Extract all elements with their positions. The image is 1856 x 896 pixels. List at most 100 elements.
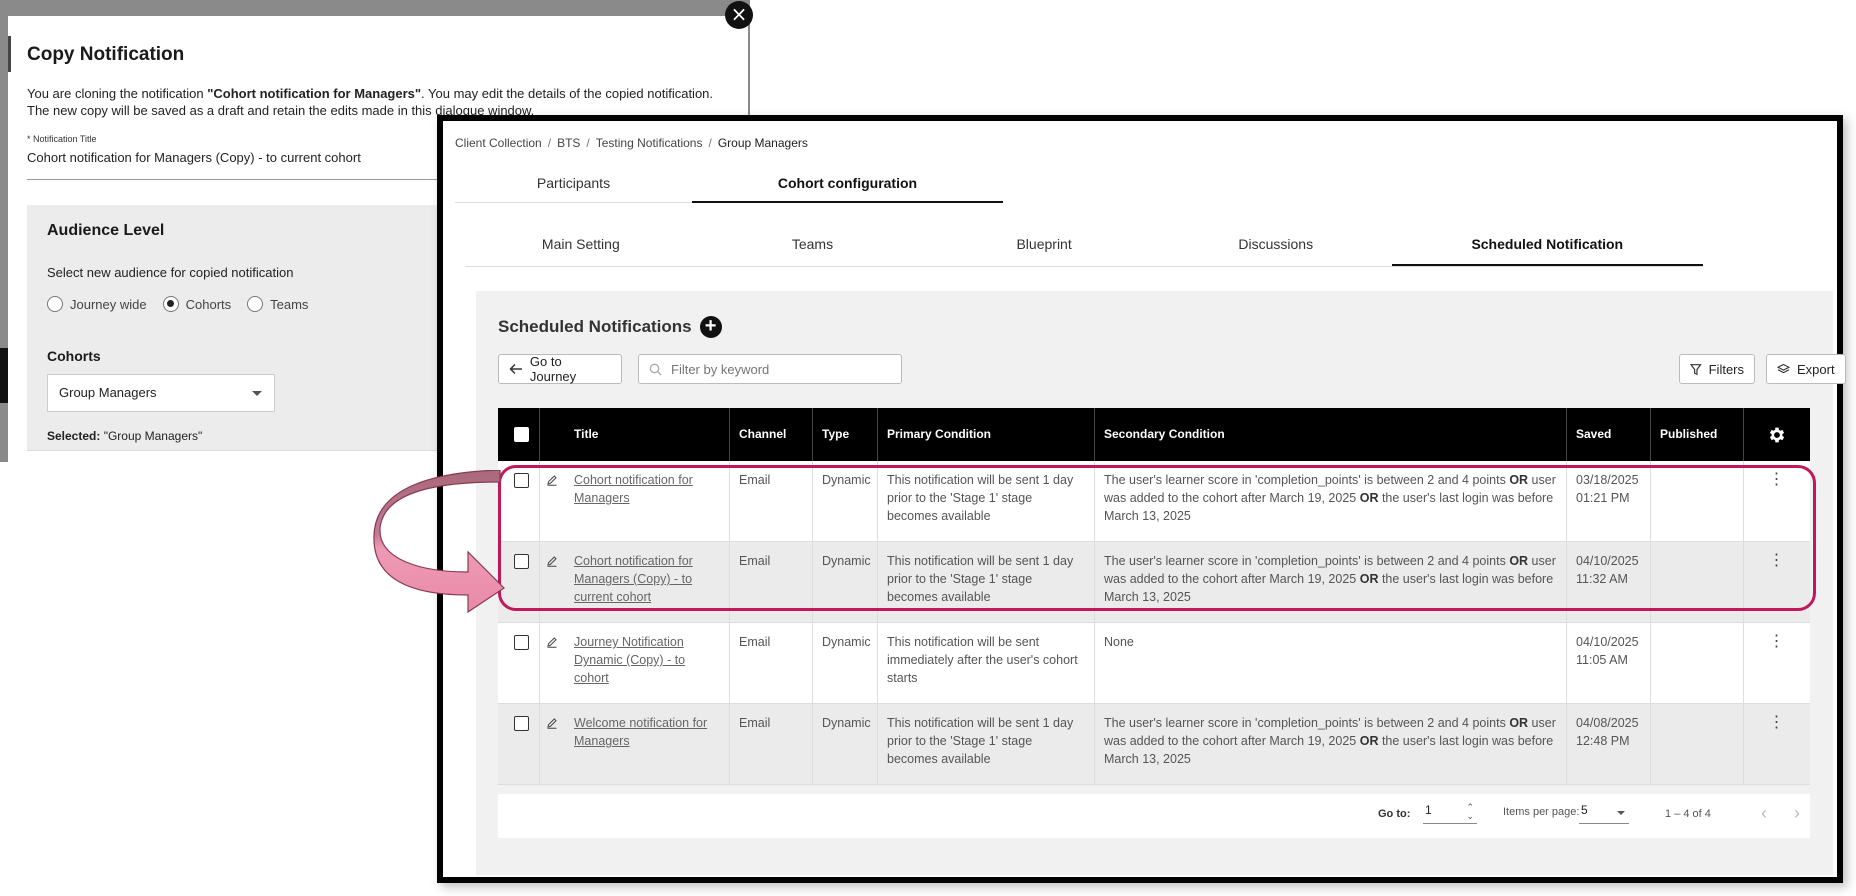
radio-label: Journey wide xyxy=(70,296,147,312)
go-to-page-input[interactable]: 1 ⌃ ⌄ xyxy=(1423,803,1477,824)
row-checkbox[interactable] xyxy=(514,635,529,651)
pencil-icon[interactable] xyxy=(546,474,558,486)
column-header-published[interactable]: Published xyxy=(1651,408,1744,461)
pencil-icon[interactable] xyxy=(546,717,558,729)
spinner-icon[interactable]: ⌃ ⌄ xyxy=(1466,803,1474,821)
column-header-type[interactable]: Type xyxy=(813,408,878,461)
intro-prefix: You are cloning the notification xyxy=(27,86,208,101)
go-to-value: 1 xyxy=(1425,803,1432,817)
tab-teams[interactable]: Teams xyxy=(697,224,929,266)
column-header-title[interactable]: Title xyxy=(540,408,730,461)
table-row[interactable]: Journey Notification Dynamic (Copy) - to… xyxy=(498,623,1810,704)
tab-discussions[interactable]: Discussions xyxy=(1160,224,1392,266)
intro-notification-name: "Cohort notification for Managers" xyxy=(207,86,422,101)
radio-circle[interactable] xyxy=(47,296,63,312)
gear-icon[interactable] xyxy=(1767,425,1787,445)
secondary-text: The user's learner score in 'completion_… xyxy=(1104,716,1510,730)
row-checkbox[interactable] xyxy=(514,473,529,489)
cohorts-label: Cohorts xyxy=(47,348,101,364)
go-to-journey-button[interactable]: Go to Journey xyxy=(498,354,622,384)
saved-date: 04/08/2025 xyxy=(1576,716,1639,730)
kebab-menu-icon[interactable]: ⋮ xyxy=(1769,471,1785,488)
chevron-right-icon[interactable]: › xyxy=(1794,803,1800,824)
row-checkbox[interactable] xyxy=(514,716,529,732)
breadcrumb-item[interactable]: Client Collection xyxy=(455,136,542,150)
breadcrumb-item[interactable]: BTS xyxy=(557,136,580,150)
chevron-left-icon[interactable]: ‹ xyxy=(1761,803,1767,824)
table-row[interactable]: Cohort notification for Managers Email D… xyxy=(498,461,1810,542)
tab-scheduled-notification[interactable]: Scheduled Notification xyxy=(1391,224,1704,266)
row-primary-condition: This notification will be sent 1 day pri… xyxy=(878,461,1095,541)
notification-title-link[interactable]: Journey Notification Dynamic (Copy) - to… xyxy=(574,635,685,685)
selected-cohort-text: Selected: "Group Managers" xyxy=(47,429,202,443)
row-edit-cell xyxy=(540,461,565,541)
row-saved: 04/10/2025 11:32 AM xyxy=(1567,542,1651,622)
table-row[interactable]: Welcome notification for Managers Email … xyxy=(498,704,1810,785)
close-icon[interactable]: × xyxy=(725,1,753,29)
go-to-journey-label: Go to Journey xyxy=(529,354,577,384)
saved-time: 11:32 AM xyxy=(1576,572,1628,586)
tab-participants[interactable]: Participants xyxy=(455,161,692,203)
search-field[interactable] xyxy=(638,354,902,384)
secondary-or: OR xyxy=(1509,554,1529,568)
table-row[interactable]: Cohort notification for Managers (Copy) … xyxy=(498,542,1810,623)
radio-circle-selected[interactable] xyxy=(162,296,179,312)
row-checkbox[interactable] xyxy=(514,554,529,570)
search-input[interactable] xyxy=(669,360,883,378)
saved-date: 04/10/2025 xyxy=(1576,554,1639,568)
items-per-page-select[interactable]: 5 xyxy=(1579,803,1629,824)
notification-title-link[interactable]: Cohort notification for Managers (Copy) … xyxy=(574,554,693,604)
content-panel: Scheduled Notifications + Go to Journey … xyxy=(476,291,1846,875)
notification-title-link[interactable]: Cohort notification for Managers xyxy=(574,473,693,505)
plus-icon[interactable]: + xyxy=(699,316,722,338)
tab-main-setting[interactable]: Main Setting xyxy=(465,224,697,266)
tab-cohort-configuration[interactable]: Cohort configuration xyxy=(692,161,1003,203)
select-all-checkbox[interactable] xyxy=(514,427,529,443)
tab-blueprint[interactable]: Blueprint xyxy=(928,224,1160,266)
notification-title-link[interactable]: Welcome notification for Managers xyxy=(574,716,707,748)
section-title: Scheduled Notifications + xyxy=(498,316,722,338)
column-header-channel[interactable]: Channel xyxy=(730,408,813,461)
input-underline xyxy=(27,179,457,180)
select-audience-label: Select new audience for copied notificat… xyxy=(47,265,294,280)
column-header-secondary-condition[interactable]: Secondary Condition xyxy=(1095,408,1567,461)
radio-cohorts[interactable]: Cohorts xyxy=(162,296,232,312)
sub-tabs: Main Setting Teams Blueprint Discussions… xyxy=(465,224,1704,267)
breadcrumb-item[interactable]: Testing Notifications xyxy=(596,136,703,150)
notifications-table: Title Channel Type Primary Condition Sec… xyxy=(498,408,1810,785)
radio-journey-wide[interactable]: Journey wide xyxy=(47,296,147,312)
breadcrumb-current: Group Managers xyxy=(717,136,808,150)
row-actions-cell: ⋮ xyxy=(1744,704,1810,784)
radio-label: Cohorts xyxy=(185,296,232,312)
radio-teams[interactable]: Teams xyxy=(247,296,308,312)
section-title-text: Scheduled Notifications xyxy=(498,317,692,336)
column-header-saved[interactable]: Saved xyxy=(1567,408,1651,461)
audience-radio-group: Journey wide Cohorts Teams xyxy=(47,296,308,312)
row-actions-cell: ⋮ xyxy=(1744,461,1810,541)
row-checkbox-cell xyxy=(498,704,540,784)
row-type: Dynamic xyxy=(813,704,878,784)
row-secondary-condition: The user's learner score in 'completion_… xyxy=(1095,704,1567,784)
saved-time: 11:05 AM xyxy=(1576,653,1628,667)
row-saved: 03/18/2025 01:21 PM xyxy=(1567,461,1651,541)
row-saved: 04/10/2025 11:05 AM xyxy=(1567,623,1651,703)
pencil-icon[interactable] xyxy=(546,636,558,648)
row-actions-cell: ⋮ xyxy=(1744,623,1810,703)
cohort-select[interactable]: Group Managers xyxy=(47,374,275,412)
pencil-icon[interactable] xyxy=(546,555,558,567)
top-tabs: Participants Cohort configuration xyxy=(455,161,1003,203)
export-button[interactable]: Export xyxy=(1766,354,1846,384)
kebab-menu-icon[interactable]: ⋮ xyxy=(1769,714,1785,731)
column-header-primary-condition[interactable]: Primary Condition xyxy=(878,408,1095,461)
filters-button[interactable]: Filters xyxy=(1679,354,1755,384)
kebab-menu-icon[interactable]: ⋮ xyxy=(1769,633,1785,650)
row-saved: 04/08/2025 12:48 PM xyxy=(1567,704,1651,784)
row-title-cell: Cohort notification for Managers xyxy=(565,461,730,541)
saved-time: 12:48 PM xyxy=(1576,734,1630,748)
search-icon xyxy=(649,363,662,375)
secondary-or: OR xyxy=(1509,716,1529,730)
radio-circle[interactable] xyxy=(247,296,264,312)
selected-label: Selected: xyxy=(47,429,101,443)
kebab-menu-icon[interactable]: ⋮ xyxy=(1769,552,1785,569)
audience-heading: Audience Level xyxy=(47,222,165,239)
